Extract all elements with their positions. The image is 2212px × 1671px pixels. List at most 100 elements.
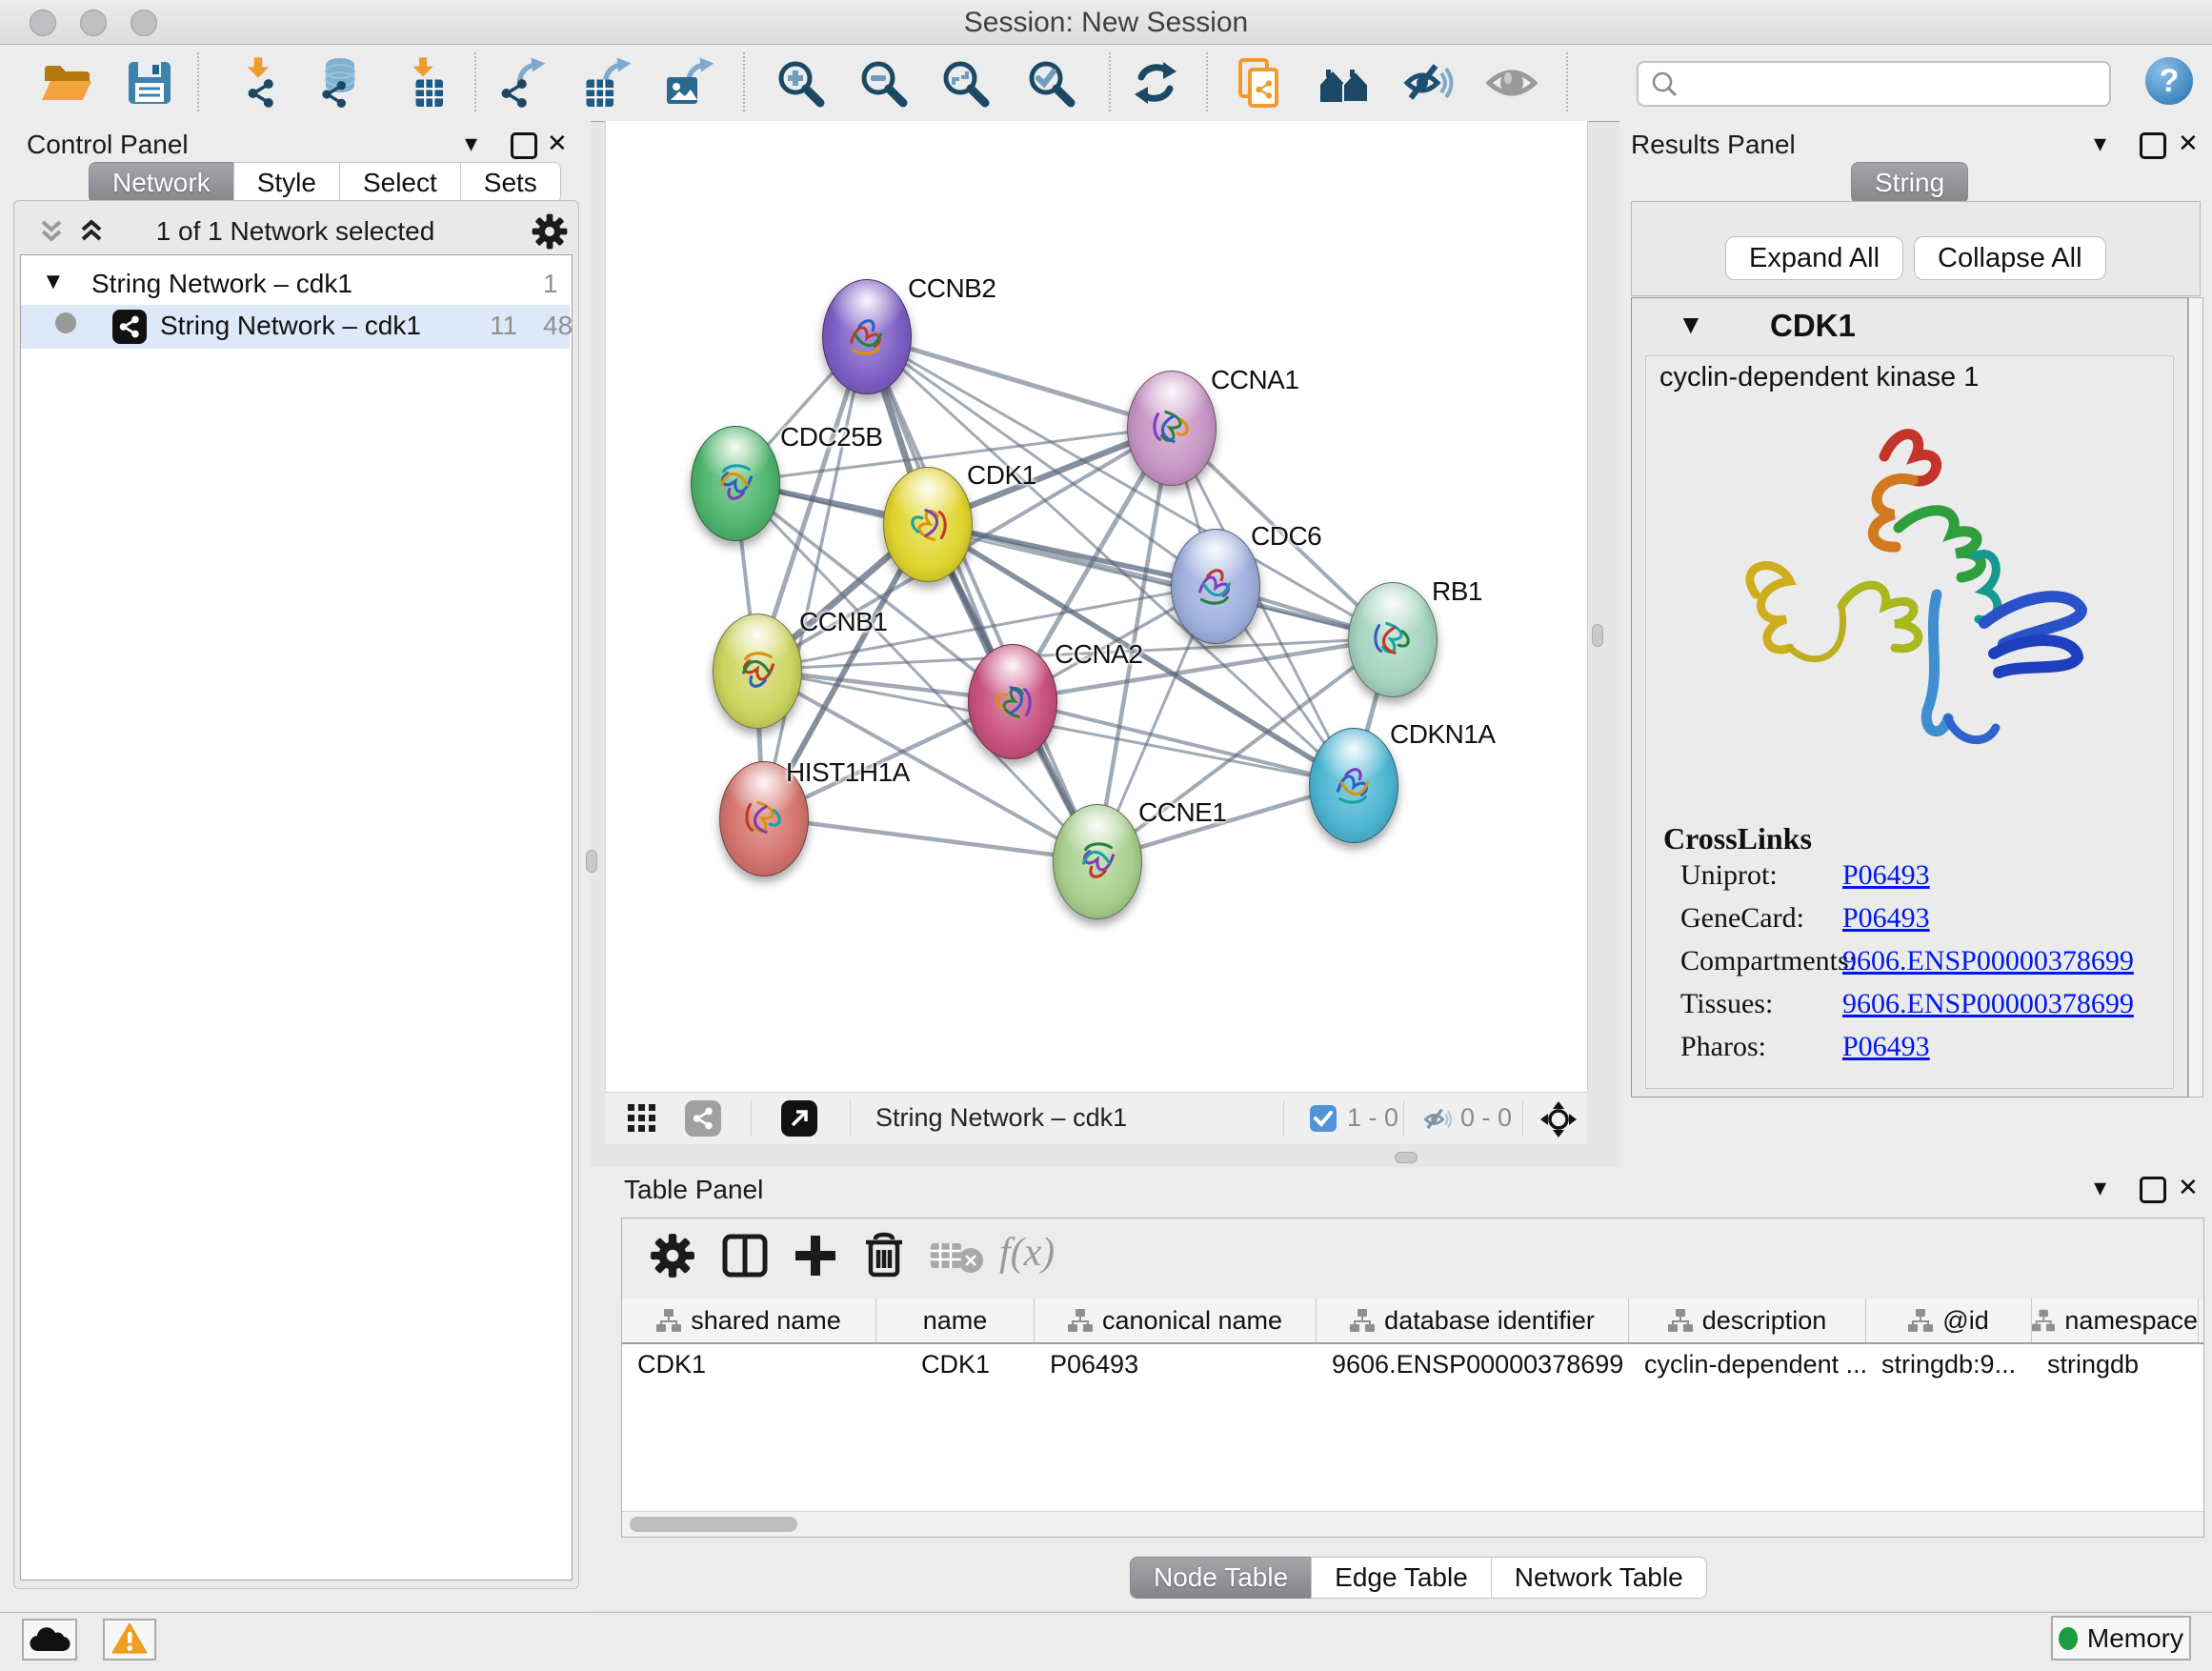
- cell--id[interactable]: stringdb:9...: [1866, 1344, 2032, 1386]
- hide-graphics-details-button[interactable]: [1401, 56, 1455, 110]
- network-collection-row[interactable]: ▼ String Network – cdk1 1: [21, 263, 570, 307]
- import-network-database-button[interactable]: [312, 56, 365, 110]
- node-CCNE1[interactable]: [1053, 804, 1142, 919]
- close-panel-icon[interactable]: ✕: [2178, 1173, 2199, 1201]
- right-splitter-handle[interactable]: [1592, 624, 1603, 647]
- node-CCNB2[interactable]: [822, 279, 912, 394]
- warnings-button[interactable]: [103, 1619, 156, 1661]
- tab-style[interactable]: Style: [233, 162, 340, 204]
- birdseye-view-icon[interactable]: [628, 1104, 656, 1136]
- column-header-name[interactable]: name: [876, 1299, 1035, 1342]
- column-header-shared-name[interactable]: shared name: [622, 1299, 876, 1342]
- node-CCNA1[interactable]: [1127, 371, 1217, 486]
- network-view-canvas[interactable]: CCNB2CCNA1CDC25BCDK1CDC6RB1CCNB1CCNA2CDK…: [605, 121, 1588, 1092]
- export-network-button[interactable]: [496, 56, 550, 110]
- maximize-panel-icon[interactable]: [2140, 1177, 2166, 1203]
- open-session-button[interactable]: [40, 56, 93, 110]
- zoom-fit-button[interactable]: [938, 56, 992, 110]
- maximize-panel-icon[interactable]: [511, 132, 537, 159]
- tab-network[interactable]: Network: [89, 162, 234, 204]
- column-header-database-identifier[interactable]: database identifier: [1317, 1299, 1629, 1342]
- memory-button[interactable]: Memory: [2051, 1616, 2191, 1661]
- function-builder-icon[interactable]: f(x): [999, 1230, 1055, 1276]
- close-panel-icon[interactable]: ✕: [547, 129, 568, 157]
- close-panel-icon[interactable]: ✕: [2178, 129, 2199, 157]
- results-scrollbar[interactable]: [2188, 297, 2203, 1097]
- node-CDC25B[interactable]: [691, 426, 780, 541]
- search-input[interactable]: [1679, 66, 2109, 102]
- import-table-file-button[interactable]: [396, 56, 450, 110]
- cell-shared-name[interactable]: CDK1: [622, 1344, 876, 1386]
- cell-namespace[interactable]: stringdb: [2032, 1344, 2199, 1386]
- create-column-icon[interactable]: [794, 1234, 837, 1280]
- gene-disclosure-icon[interactable]: ▼: [1678, 310, 1704, 340]
- cloud-status-button[interactable]: [22, 1619, 77, 1661]
- node-CDK1[interactable]: [883, 467, 973, 582]
- scrollbar-thumb[interactable]: [630, 1517, 797, 1532]
- cell-description[interactable]: cyclin-dependent ...: [1629, 1344, 1866, 1386]
- tab-sets[interactable]: Sets: [460, 162, 561, 204]
- zoom-in-button[interactable]: [774, 56, 827, 110]
- show-columns-icon[interactable]: [721, 1234, 769, 1280]
- cell-canonical-name[interactable]: P06493: [1035, 1344, 1317, 1386]
- crosslink-link[interactable]: P06493: [1842, 1031, 1930, 1063]
- clear-table-icon[interactable]: [931, 1239, 984, 1277]
- tab-node-table[interactable]: Node Table: [1130, 1557, 1312, 1599]
- selected-checkbox-icon[interactable]: [1310, 1105, 1337, 1132]
- import-network-file-button[interactable]: [231, 56, 285, 110]
- edge-CCNB2-HIST1H1A[interactable]: [763, 335, 866, 817]
- search-box[interactable]: [1637, 61, 2111, 107]
- duplicate-network-button[interactable]: [1233, 56, 1286, 110]
- string-style-icon[interactable]: [685, 1100, 721, 1137]
- node-CDKN1A[interactable]: [1309, 728, 1398, 843]
- column-header-description[interactable]: description: [1629, 1299, 1866, 1342]
- float-panel-icon[interactable]: ▾: [2094, 1173, 2106, 1201]
- node-RB1[interactable]: [1348, 582, 1438, 697]
- column-header-namespace[interactable]: namespace: [2032, 1299, 2199, 1342]
- first-neighbors-button[interactable]: [1318, 56, 1372, 110]
- export-image-button[interactable]: [663, 56, 716, 110]
- export-table-button[interactable]: [580, 56, 633, 110]
- cell-name[interactable]: CDK1: [876, 1344, 1035, 1386]
- show-graphics-details-button[interactable]: [1485, 56, 1538, 110]
- zoom-selected-button[interactable]: [1024, 56, 1077, 110]
- tab-edge-table[interactable]: Edge Table: [1311, 1557, 1492, 1599]
- network-row-selected[interactable]: String Network – cdk1 11 48: [21, 305, 570, 349]
- fit-selected-icon[interactable]: [1540, 1101, 1577, 1140]
- collection-disclosure-icon[interactable]: ▼: [42, 269, 65, 295]
- crosslink-link[interactable]: 9606.ENSP00000378699: [1842, 945, 2134, 977]
- table-row[interactable]: CDK1CDK1P064939606.ENSP00000378699cyclin…: [622, 1344, 2203, 1386]
- column-header-label: name: [923, 1306, 988, 1336]
- network-options-gear-icon[interactable]: [531, 212, 569, 251]
- table-horizontal-scrollbar[interactable]: [622, 1511, 2203, 1537]
- open-in-browser-icon[interactable]: [781, 1100, 817, 1137]
- node-CCNA2[interactable]: [968, 644, 1057, 759]
- tab-string[interactable]: String: [1851, 162, 1968, 204]
- node-CDC6[interactable]: [1171, 529, 1260, 644]
- maximize-panel-icon[interactable]: [2140, 132, 2166, 159]
- left-splitter-handle[interactable]: [586, 850, 597, 873]
- column-header-canonical-name[interactable]: canonical name: [1035, 1299, 1317, 1342]
- expand-all-button[interactable]: Expand All: [1725, 236, 1903, 280]
- column-header--id[interactable]: @id: [1866, 1299, 2032, 1342]
- crosslink-link[interactable]: P06493: [1842, 859, 1930, 892]
- crosslink-link[interactable]: 9606.ENSP00000378699: [1842, 988, 2134, 1020]
- table-options-gear-icon[interactable]: [649, 1232, 696, 1282]
- save-session-button[interactable]: [123, 56, 176, 110]
- crosslink-link[interactable]: P06493: [1842, 902, 1930, 935]
- collapse-all-button[interactable]: Collapse All: [1914, 236, 2106, 280]
- float-panel-icon[interactable]: ▾: [2094, 129, 2106, 157]
- edge-HIST1H1A-CCNE1[interactable]: [763, 817, 1096, 860]
- float-panel-icon[interactable]: ▾: [465, 129, 477, 157]
- bottom-splitter-handle[interactable]: [1395, 1152, 1418, 1163]
- node-CCNB1[interactable]: [713, 614, 802, 729]
- edge-CDK1-RB1[interactable]: [927, 523, 1392, 638]
- zoom-out-button[interactable]: [856, 56, 910, 110]
- delete-column-icon[interactable]: [862, 1232, 906, 1282]
- tab-network-table[interactable]: Network Table: [1491, 1557, 1707, 1599]
- cell-database-identifier[interactable]: 9606.ENSP00000378699: [1317, 1344, 1629, 1386]
- edge-CCNB2-CCNA1[interactable]: [866, 335, 1171, 427]
- tab-select[interactable]: Select: [339, 162, 461, 204]
- help-button[interactable]: ?: [2145, 57, 2193, 105]
- refresh-network-button[interactable]: [1129, 56, 1182, 110]
